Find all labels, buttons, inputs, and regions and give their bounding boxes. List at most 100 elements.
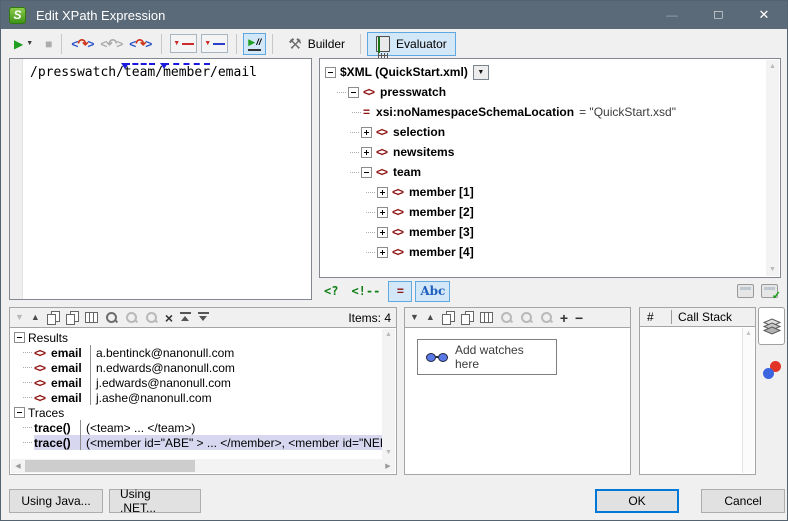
add-watch-icon[interactable]: + [560, 310, 568, 326]
evaluate-on-typing-toggle[interactable]: ▶ // [243, 33, 266, 55]
result-row[interactable]: <>email j.ashe@nanonull.com [10, 390, 396, 405]
columns-icon[interactable] [480, 312, 493, 323]
xpath-expression-editor[interactable]: /presswatch/team/member/email [9, 58, 312, 300]
tree-connector [350, 132, 359, 133]
result-row[interactable]: <>email n.edwards@nanonull.com [10, 360, 396, 375]
columns-icon[interactable] [85, 312, 98, 323]
using-java-button[interactable]: Using Java... [9, 489, 103, 513]
step-over-button[interactable]: <↷> [126, 33, 155, 55]
play-icon: ▶ [248, 37, 255, 47]
step-into-button[interactable]: <↷> [68, 33, 97, 55]
collapse-expander-icon[interactable] [348, 87, 359, 98]
xpath-expression[interactable]: /presswatch/team/member/email [23, 59, 259, 299]
tree-node-member-3[interactable]: <> member [3] [325, 222, 780, 242]
tree-vertical-scrollbar[interactable]: ▲ ▼ [766, 60, 779, 276]
traces-group-header[interactable]: Traces [10, 405, 396, 420]
collapse-all-icon[interactable] [180, 312, 191, 323]
insert-tracepoint-button[interactable]: ▼ [201, 34, 228, 53]
tree-node-member-1[interactable]: <> member [1] [325, 182, 780, 202]
show-pi-toggle[interactable]: <? [319, 281, 343, 302]
source-dropdown-button[interactable]: ▼ [473, 65, 489, 80]
expand-expander-icon[interactable] [377, 207, 388, 218]
call-stack-list[interactable]: ▲ [639, 327, 756, 475]
ok-button[interactable]: OK [595, 489, 679, 513]
collapse-expander-icon[interactable] [14, 407, 25, 418]
result-row[interactable]: <>email a.bentinck@nanonull.com [10, 345, 396, 360]
expand-expander-icon[interactable] [377, 227, 388, 238]
tree-node-attribute[interactable]: = xsi:noNamespaceSchemaLocation = "Quick… [325, 102, 780, 122]
element-icon: <> [376, 165, 386, 179]
collapse-expander-icon[interactable] [361, 167, 372, 178]
results-pane: ▼ ▲ × Items: 4 Results <>email a.bentinc [9, 307, 397, 475]
tree-node-selection[interactable]: <> selection [325, 122, 780, 142]
expand-all-icon[interactable] [198, 312, 209, 323]
copy-all-icon[interactable] [461, 311, 473, 324]
copy-icon[interactable] [442, 311, 454, 324]
tab-call-stack[interactable] [758, 307, 785, 345]
sort-ascending-icon[interactable]: ▲ [426, 313, 435, 322]
tab-variables[interactable] [758, 351, 785, 389]
show-text-toggle[interactable]: Abc [415, 281, 450, 302]
watches-list[interactable]: Add watches here [404, 328, 631, 475]
sort-descending-icon[interactable]: ▼ [410, 313, 419, 322]
scroll-up-icon[interactable]: ▲ [382, 329, 395, 341]
collapse-expander-icon[interactable] [14, 332, 25, 343]
trace-row-selected[interactable]: trace() (<member id="ABE" > ... </member… [10, 435, 396, 450]
result-row[interactable]: <>email j.edwards@nanonull.com [10, 375, 396, 390]
scroll-down-icon[interactable]: ▼ [382, 447, 395, 459]
maximize-button[interactable]: □ [695, 1, 741, 29]
tree-node-presswatch[interactable]: <> presswatch [325, 82, 780, 102]
results-horizontal-scrollbar[interactable]: ◀ ▶ [11, 459, 395, 473]
insert-breakpoint-button[interactable]: ▼ [170, 34, 197, 53]
expand-expander-icon[interactable] [361, 127, 372, 138]
results-group-header[interactable]: Results [10, 330, 396, 345]
tree-root[interactable]: $XML (QuickStart.xml) ▼ [325, 62, 780, 82]
copy-icon[interactable] [47, 311, 59, 324]
element-icon: <> [34, 361, 44, 375]
copy-all-icon[interactable] [66, 311, 78, 324]
tree-node-newsitems[interactable]: <> newsitems [325, 142, 780, 162]
window-link-icon[interactable] [737, 284, 754, 298]
group-label: Results [28, 331, 68, 345]
window-check-icon[interactable] [761, 284, 778, 298]
tree-node-label: member [3] [409, 225, 474, 239]
evaluator-mode-button[interactable]: Evaluator [367, 32, 456, 56]
builder-mode-button[interactable]: ⚒ Builder [279, 32, 354, 56]
cancel-button[interactable]: Cancel [701, 489, 785, 513]
sort-ascending-icon[interactable]: ▲ [31, 313, 40, 322]
expand-expander-icon[interactable] [377, 187, 388, 198]
result-value: j.edwards@nanonull.com [90, 375, 382, 390]
tree-node-label: selection [393, 125, 445, 139]
collapse-expander-icon[interactable] [325, 67, 336, 78]
scroll-down-icon[interactable]: ▼ [766, 263, 779, 276]
expand-expander-icon[interactable] [361, 147, 372, 158]
clear-results-icon[interactable]: × [165, 310, 173, 326]
xml-source-tree[interactable]: $XML (QuickStart.xml) ▼ <> presswatch = … [319, 58, 781, 278]
add-watches-box[interactable]: Add watches here [417, 339, 557, 375]
show-comments-toggle[interactable]: <!-- [346, 281, 385, 302]
expand-expander-icon[interactable] [377, 247, 388, 258]
run-dropdown-icon[interactable]: ▼ [26, 40, 33, 47]
callstack-column-header: Call Stack [672, 310, 732, 324]
remove-watch-icon[interactable]: − [575, 310, 583, 326]
scroll-up-icon[interactable]: ▲ [766, 60, 779, 73]
tree-node-member-2[interactable]: <> member [2] [325, 202, 780, 222]
scrollbar-thumb[interactable] [25, 460, 195, 472]
trace-row[interactable]: trace() (<team> ... </team>) [10, 420, 396, 435]
results-list[interactable]: Results <>email a.bentinck@nanonull.com … [9, 328, 397, 475]
scroll-up-icon[interactable]: ▲ [743, 330, 754, 337]
using-dotnet-button[interactable]: Using .NET... [109, 489, 201, 513]
callstack-scrollbar[interactable]: ▲ [742, 328, 754, 473]
show-attributes-toggle[interactable]: = [388, 281, 412, 302]
close-button[interactable]: ✕ [741, 1, 787, 29]
results-vertical-scrollbar[interactable]: ▲ ▼ [382, 329, 395, 459]
start-debugging-button[interactable]: ▶ ▼ [11, 33, 36, 55]
result-name: email [51, 361, 82, 375]
tree-node-team[interactable]: <> team [325, 162, 780, 182]
breakpoint-dash-icon [182, 43, 194, 45]
scroll-left-icon[interactable]: ◀ [11, 462, 25, 470]
scroll-right-icon[interactable]: ▶ [381, 462, 395, 470]
search-icon[interactable] [105, 311, 118, 324]
tree-node-member-4[interactable]: <> member [4] [325, 242, 780, 262]
title-bar[interactable]: S Edit XPath Expression — □ ✕ [1, 1, 787, 29]
